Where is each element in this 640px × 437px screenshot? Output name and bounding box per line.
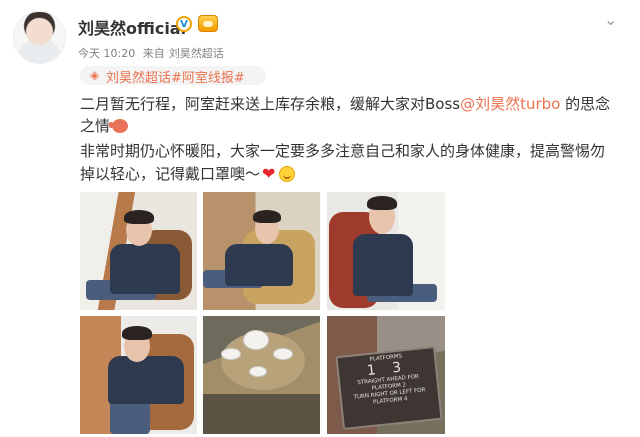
teacup-shape — [221, 348, 241, 360]
photo-2[interactable] — [203, 192, 320, 310]
hair-shape — [253, 210, 281, 223]
teacup-shape — [273, 348, 293, 360]
post-text-segment: 二月暂无行程，阿室赶来送上库存余粮，缓解大家对Boss — [80, 95, 461, 113]
post-text-line-4: 掉以轻心，记得戴口罩噢～ ❤ — [80, 162, 632, 186]
hair-shape — [124, 210, 154, 224]
post-text-line-1: 二月暂无行程，阿室赶来送上库存余粮，缓解大家对Boss@刘昊然turbo 的思念 — [80, 92, 632, 116]
photo-5[interactable] — [203, 316, 320, 434]
post-text-segment: 之情 — [80, 117, 111, 135]
topic-tag[interactable]: 刘昊然超话#阿室线报# — [106, 67, 245, 86]
crab-emoji-icon — [109, 119, 129, 133]
from-label: 来自 — [142, 47, 165, 60]
photo-3[interactable] — [327, 192, 445, 310]
heart-emoji-icon: ❤ — [262, 164, 276, 183]
post-text-segment: 掉以轻心，记得戴口罩噢～ — [80, 165, 261, 183]
chevron-down-icon[interactable]: ⌄ — [604, 12, 617, 28]
photo-1[interactable] — [80, 192, 197, 310]
jacket-shape — [225, 244, 293, 286]
post-meta: 今天 10:20 来自 刘昊然超话 — [78, 45, 228, 61]
smile-emoji-icon — [279, 166, 296, 182]
post-text-segment: 的思念 — [560, 95, 611, 113]
user-mention-link[interactable]: @刘昊然turbo — [460, 95, 560, 113]
jacket-shape — [110, 244, 180, 294]
username[interactable]: 刘昊然official — [78, 15, 186, 39]
hair-shape — [367, 196, 397, 210]
jacket-shape — [108, 356, 184, 404]
platform-sign: PLATFORMS 1 3 STRAIGHT AHEAD FOR PLATFOR… — [335, 345, 443, 431]
post-time[interactable]: 今天 10:20 — [78, 47, 135, 60]
post-text-line-2: 之情 — [80, 114, 632, 138]
teapot-shape — [243, 330, 269, 350]
post-text-segment: 非常时期仍心怀暖阳，大家一定要多多注意自己和家人的身体健康，提高警惕勿 — [80, 142, 606, 160]
hair-shape — [122, 326, 152, 340]
avatar[interactable] — [13, 11, 66, 64]
post-source[interactable]: 刘昊然超话 — [169, 47, 224, 60]
vip-badge-icon[interactable] — [198, 15, 218, 32]
teacup-shape — [249, 366, 267, 377]
super-topic-icon: ◈ — [90, 68, 100, 82]
verified-icon: V — [176, 16, 192, 32]
photo-4[interactable] — [80, 316, 197, 434]
chair-shape — [203, 394, 320, 434]
post-text-line-3: 非常时期仍心怀暖阳，大家一定要多多注意自己和家人的身体健康，提高警惕勿 — [80, 139, 632, 163]
jacket-shape — [353, 234, 413, 296]
